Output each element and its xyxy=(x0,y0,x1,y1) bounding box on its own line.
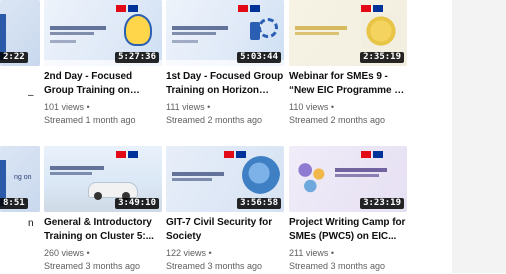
streamed-date: Streamed 2 months ago xyxy=(166,115,263,125)
view-count: 111 views • xyxy=(166,102,211,112)
duration-badge: 2:22 xyxy=(0,52,28,63)
thumb-caption-line xyxy=(172,172,224,176)
eu-flag-icon xyxy=(236,151,246,158)
turkey-flag-icon xyxy=(116,5,126,12)
duration-badge: 5:27:36 xyxy=(115,52,159,63)
video-thumbnail[interactable]: 5:03:44 xyxy=(166,0,284,66)
streamed-date: Streamed 1 month ago xyxy=(44,115,136,125)
video-title[interactable]: Project Writing Camp for SMEs (PWC5) on … xyxy=(289,216,407,244)
video-card[interactable]: 5:03:44 1st Day - Focused Group Training… xyxy=(166,0,284,128)
thumb-caption-line xyxy=(50,172,92,175)
view-count: 110 views • xyxy=(289,102,335,112)
person-icon xyxy=(250,22,260,40)
view-count: 122 views • xyxy=(166,248,212,258)
eu-flag-icon xyxy=(373,151,383,158)
thumb-caption-line xyxy=(335,174,379,177)
video-card[interactable]: ng on 8:51 n xyxy=(0,146,40,274)
duration-badge: 5:03:44 xyxy=(237,52,281,63)
thumb-partial-text: ng on xyxy=(14,174,32,181)
partial-title: – xyxy=(28,90,34,101)
video-thumbnail[interactable]: 3:49:10 xyxy=(44,146,162,212)
thumb-date-line xyxy=(172,40,198,43)
video-thumbnail[interactable]: 3:56:58 xyxy=(166,146,284,212)
thumb-date-line xyxy=(50,40,76,43)
duration-badge: 3:49:10 xyxy=(115,198,159,209)
video-card[interactable]: 3:56:58 GIT-7 Civil Security for Society… xyxy=(166,146,284,274)
view-count: 101 views • xyxy=(44,102,90,112)
view-count: 211 views • xyxy=(289,248,335,258)
turkey-flag-icon xyxy=(224,151,234,158)
duration-badge: 8:51 xyxy=(0,198,28,209)
security-globe-icon xyxy=(242,156,280,194)
partial-title: n xyxy=(28,218,34,229)
streamed-date: Streamed 3 months ago xyxy=(289,261,386,271)
eu-flag-icon xyxy=(373,5,383,12)
video-title[interactable]: 2nd Day - Focused Group Training on Hori… xyxy=(44,70,162,98)
thumb-caption-line xyxy=(172,178,212,181)
video-thumbnail[interactable]: ng on 8:51 xyxy=(0,146,40,212)
video-card[interactable]: 5:27:36 2nd Day - Focused Group Training… xyxy=(44,0,162,128)
streamed-date: Streamed 3 months ago xyxy=(166,261,263,271)
video-title[interactable]: Webinar for SMEs 9 - “New EIC Programme … xyxy=(289,70,407,98)
right-gutter xyxy=(452,0,506,273)
streamed-date: Streamed 3 months ago xyxy=(44,261,141,271)
turkey-flag-icon xyxy=(361,151,371,158)
video-card[interactable]: 2:35:19 Webinar for SMEs 9 - “New EIC Pr… xyxy=(289,0,407,128)
video-thumbnail[interactable]: 5:27:36 xyxy=(44,0,162,66)
view-count: 260 views • xyxy=(44,248,90,258)
streamed-date: Streamed 2 months ago xyxy=(289,115,386,125)
thumb-caption-line xyxy=(295,32,339,35)
video-title[interactable]: GIT-7 Civil Security for Society xyxy=(166,216,284,244)
turkey-flag-icon xyxy=(238,5,248,12)
duration-badge: 2:35:19 xyxy=(360,52,404,63)
video-card[interactable]: 3:23:19 Project Writing Camp for SMEs (P… xyxy=(289,146,407,274)
video-thumbnail[interactable]: 2:22 xyxy=(0,0,40,66)
thumb-caption-line xyxy=(50,166,104,170)
eu-flag-icon xyxy=(128,5,138,12)
video-thumbnail[interactable]: 2:35:19 xyxy=(289,0,407,66)
thumb-caption-line xyxy=(50,32,94,35)
gear-icon xyxy=(258,18,278,38)
thumb-caption-line xyxy=(172,26,228,30)
thumb-caption-line xyxy=(172,32,216,35)
lightbulb-icon xyxy=(124,14,152,46)
video-thumbnail[interactable]: 3:23:19 xyxy=(289,146,407,212)
writing-camp-illustration-icon xyxy=(295,158,329,198)
duration-badge: 3:23:19 xyxy=(360,198,404,209)
duration-badge: 3:56:58 xyxy=(237,198,281,209)
video-card[interactable]: 2:22 – xyxy=(0,0,40,128)
video-title[interactable]: 1st Day - Focused Group Training on Hori… xyxy=(166,70,284,98)
gears-illustration-icon xyxy=(361,14,401,48)
eu-flag-icon xyxy=(128,151,138,158)
eu-flag-icon xyxy=(250,5,260,12)
turkey-flag-icon xyxy=(116,151,126,158)
thumb-caption-line xyxy=(50,26,106,30)
video-card[interactable]: 3:49:10 General & Introductory Training … xyxy=(44,146,162,274)
thumb-caption-line xyxy=(335,168,387,172)
thumb-caption-line xyxy=(295,26,347,30)
turkey-flag-icon xyxy=(361,5,371,12)
video-grid: 2:22 – 5:27:36 2nd Day - Focused Group T… xyxy=(0,0,506,273)
video-title[interactable]: General & Introductory Training on Clust… xyxy=(44,216,162,244)
